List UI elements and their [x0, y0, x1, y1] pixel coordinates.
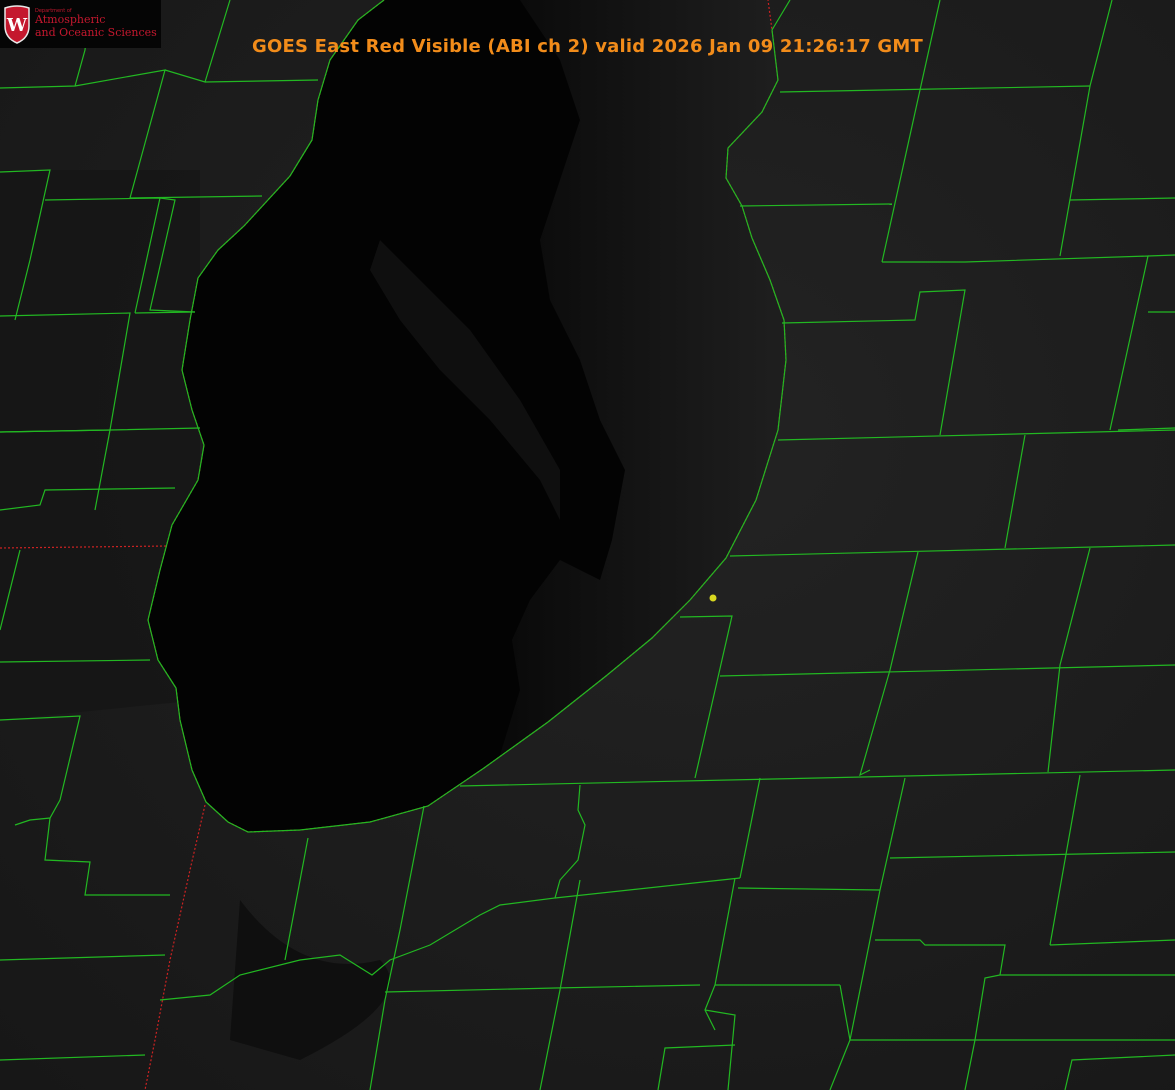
satellite-map [0, 0, 1175, 1090]
location-marker [709, 594, 717, 602]
crest-letter: W [6, 15, 28, 36]
logo-line-1: Atmospheric [35, 13, 106, 26]
image-title: GOES East Red Visible (ABI ch 2) valid 2… [251, 36, 923, 57]
